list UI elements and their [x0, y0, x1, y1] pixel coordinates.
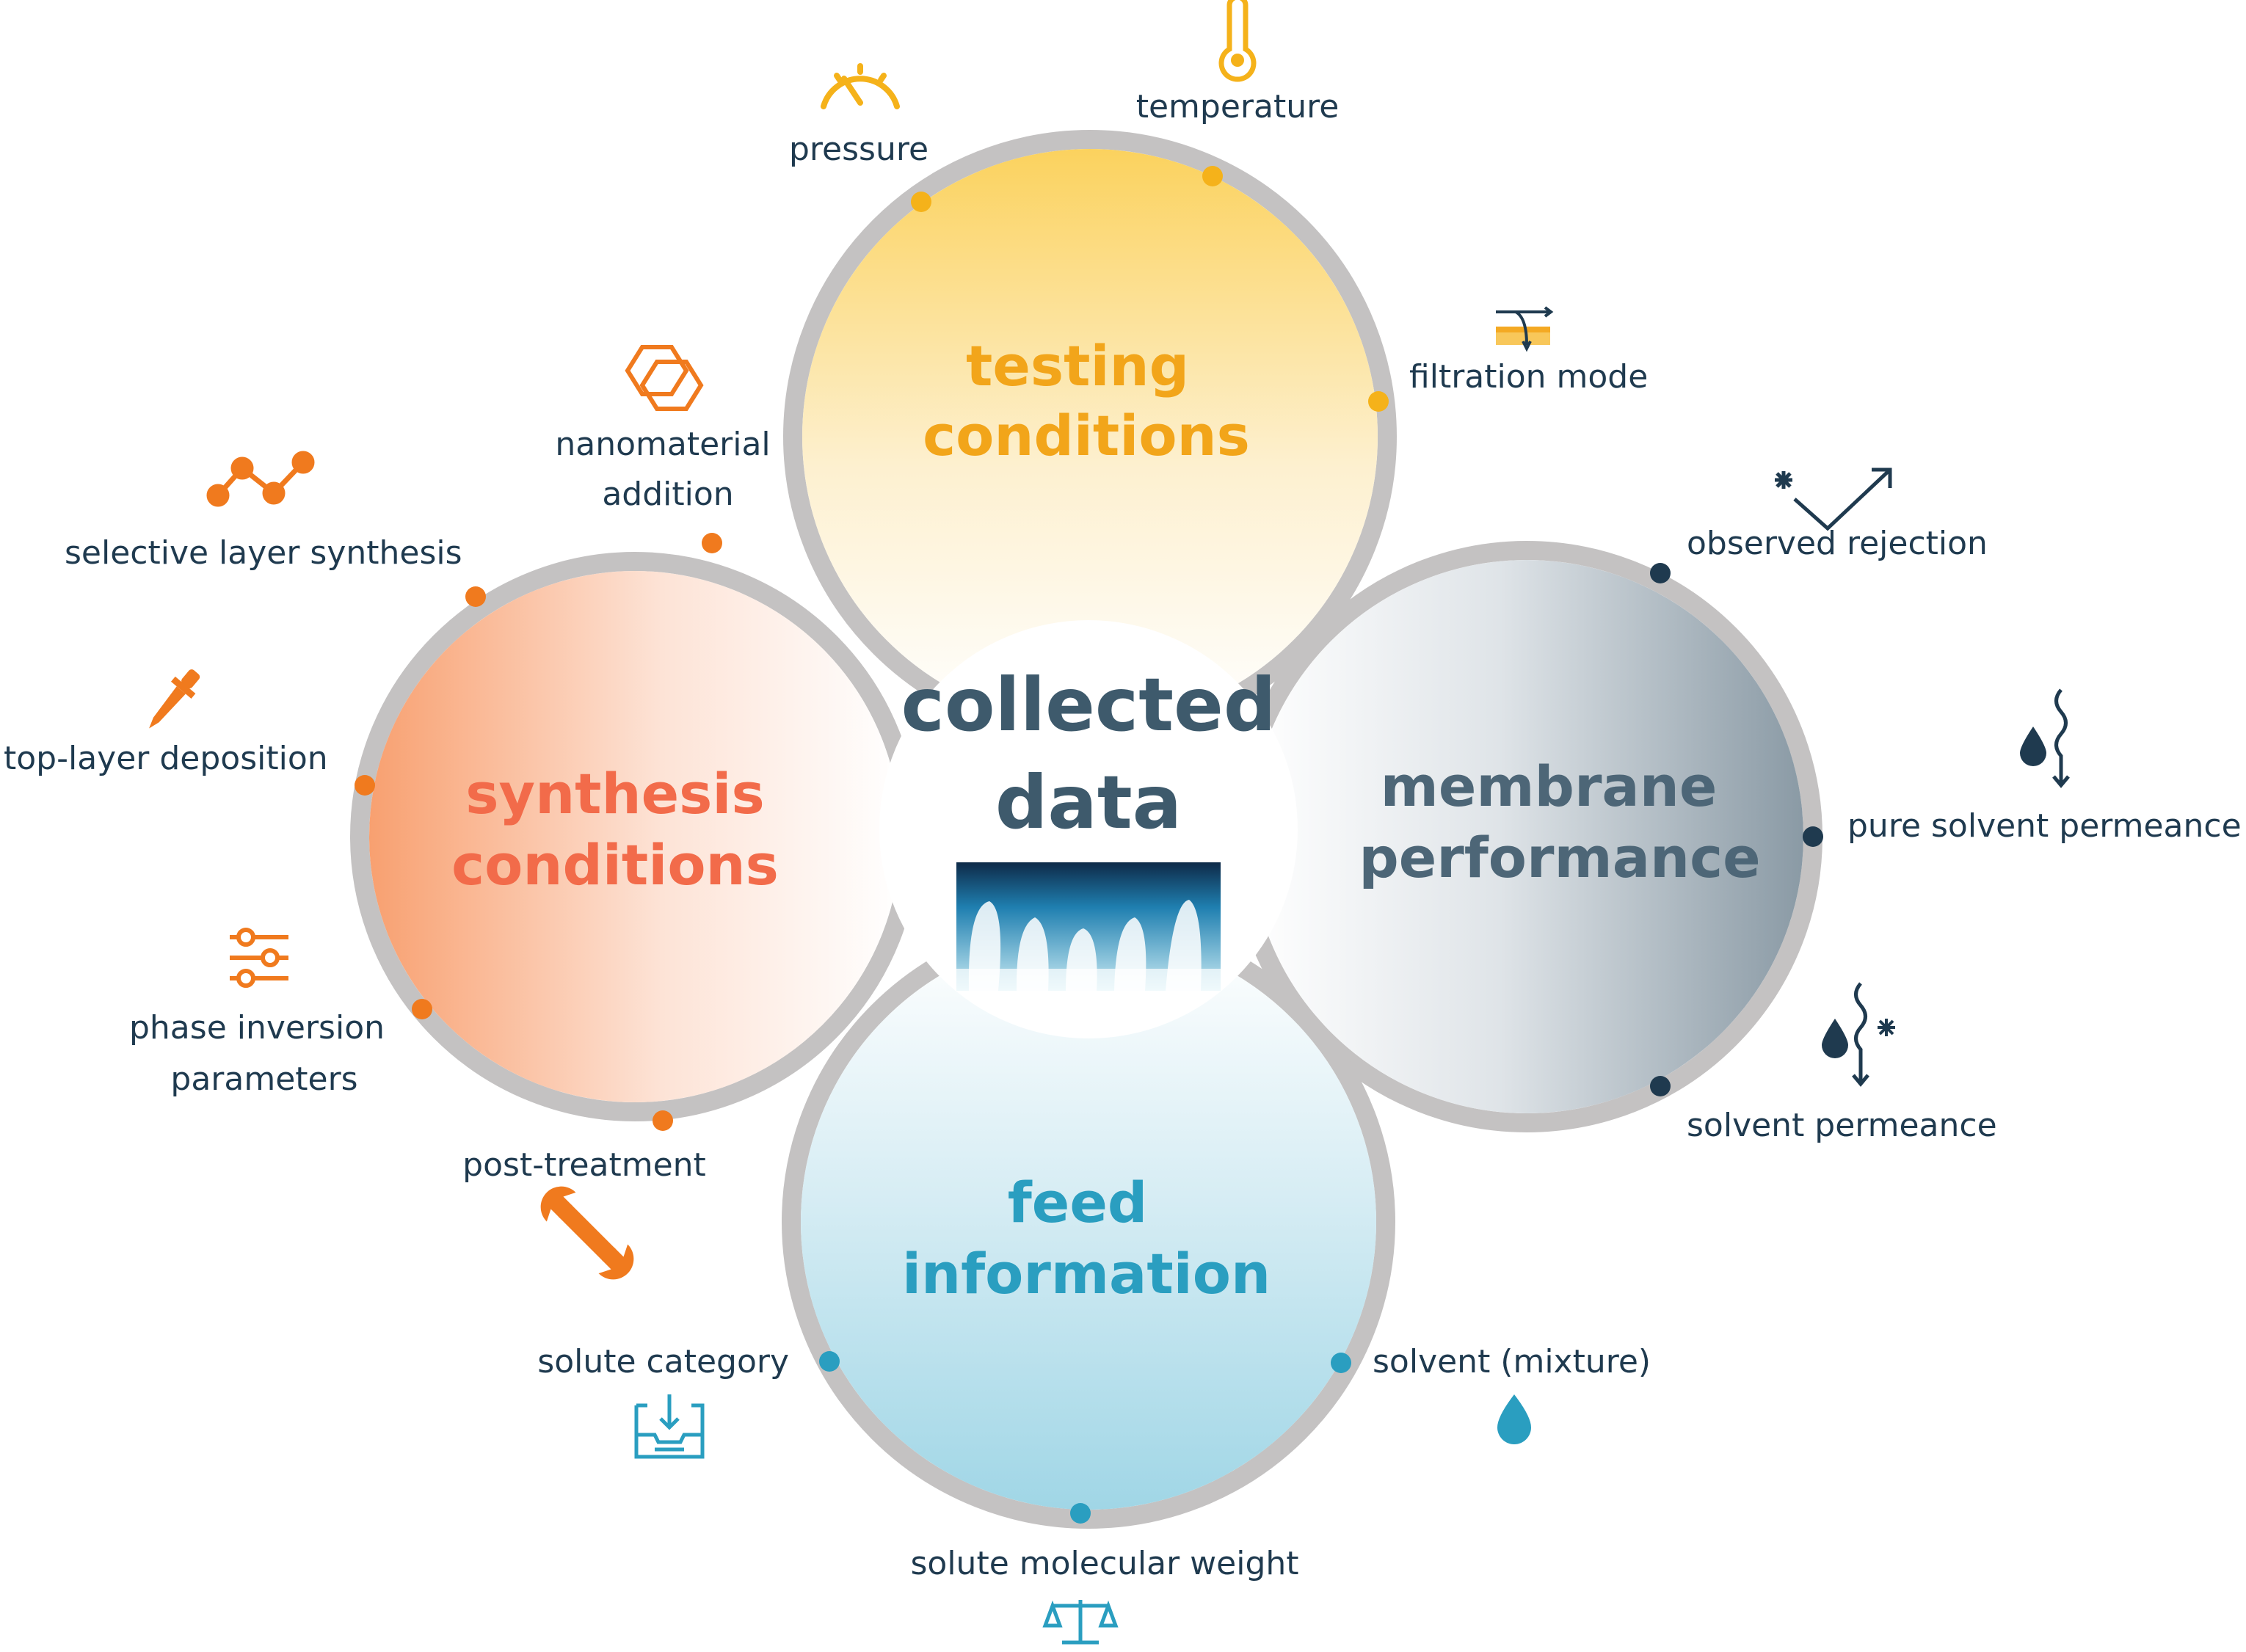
membrane-cross-section-image: [956, 862, 1221, 991]
label-phase-inversion-2: parameters: [170, 1060, 357, 1098]
droplet-icon: [1497, 1394, 1531, 1444]
dot-solvent-permeance: [1650, 1076, 1671, 1096]
wrench-icon: [540, 1186, 634, 1280]
membrane-title-line2: performance: [1359, 825, 1760, 890]
dot-pressure: [911, 192, 931, 212]
label-nanomaterial-1: nanomaterial: [555, 426, 770, 463]
feed-title-line1: feed: [1008, 1170, 1148, 1235]
label-solvent-mixture: solvent (mixture): [1373, 1343, 1651, 1380]
label-temperature: temperature: [1136, 88, 1340, 125]
dot-selective-layer: [465, 586, 486, 607]
dot-phase-inversion: [412, 999, 432, 1019]
filtration-mode-icon: [1496, 306, 1554, 352]
collected-data-diagram: collected data testing conditions synthe…: [4, 0, 2242, 1645]
thermometer-icon: [1218, 0, 1257, 82]
label-filtration-mode: filtration mode: [1409, 358, 1648, 396]
dot-filtration-mode: [1368, 391, 1389, 412]
droplet-wave-star-icon: [1822, 982, 1895, 1087]
label-observed-rejection: observed rejection: [1687, 525, 1988, 562]
dot-nanomaterial: [702, 533, 722, 553]
balance-icon: [1042, 1600, 1119, 1645]
label-post-treatment: post-treatment: [462, 1146, 706, 1184]
label-solvent-permeance: solvent permeance: [1687, 1107, 1997, 1144]
gauge-icon: [821, 63, 900, 109]
label-solute-mw: solute molecular weight: [910, 1545, 1298, 1582]
dot-observed-rejection: [1650, 563, 1671, 583]
dot-post-treatment: [653, 1110, 673, 1131]
label-selective-layer: selective layer synthesis: [65, 534, 462, 572]
dot-solute-mw: [1070, 1503, 1091, 1524]
label-nanomaterial-2: addition: [602, 476, 733, 513]
dot-solute-category: [819, 1351, 840, 1372]
label-pure-solvent: pure solvent permeance: [1847, 807, 2242, 845]
synthesis-title-line1: synthesis: [465, 761, 764, 826]
label-solute-category: solute category: [537, 1343, 789, 1380]
testing-title-line2: conditions: [923, 403, 1250, 468]
dot-temperature: [1202, 166, 1223, 186]
membrane-title-line1: membrane: [1381, 754, 1718, 819]
hexagon-icon: [625, 345, 704, 411]
rejection-icon: [1775, 467, 1892, 531]
feed-title-line2: information: [902, 1241, 1271, 1306]
dot-top-layer: [355, 775, 375, 796]
label-phase-inversion-1: phase inversion: [129, 1009, 385, 1047]
line-graph-icon: [206, 451, 315, 507]
label-pressure: pressure: [789, 131, 928, 168]
synthesis-title-line2: conditions: [451, 832, 779, 898]
label-top-layer: top-layer deposition: [4, 740, 328, 777]
dropper-icon: [149, 669, 200, 729]
center-title-line1: collected: [901, 662, 1276, 748]
droplet-wave-icon: [2020, 688, 2070, 788]
dot-pure-solvent: [1803, 826, 1823, 847]
testing-title-line1: testing: [966, 333, 1189, 399]
sliders-icon: [230, 928, 288, 988]
center-title-line2: data: [995, 760, 1182, 845]
inbox-icon: [634, 1394, 705, 1459]
dot-solvent-mixture: [1331, 1353, 1351, 1373]
